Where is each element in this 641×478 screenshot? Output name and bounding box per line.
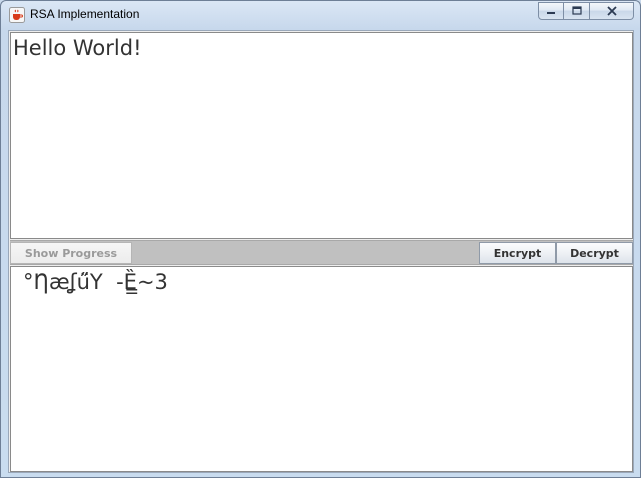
maximize-button[interactable] [564, 2, 590, 20]
show-progress-button[interactable]: Show Progress [10, 242, 132, 264]
minimize-icon [547, 12, 555, 14]
content-pane: Hello World! Show Progress Encrypt Decry… [8, 30, 634, 473]
app-window: RSA Implementation Hello World! Show Pro… [0, 0, 641, 478]
window-title: RSA Implementation [30, 7, 140, 21]
title-bar[interactable]: RSA Implementation [1, 1, 640, 29]
window-controls [538, 2, 634, 20]
close-button[interactable] [590, 2, 634, 20]
maximize-icon [571, 6, 582, 15]
minimize-button[interactable] [538, 2, 564, 20]
ciphertext-output[interactable]: °Ƞæʆű̈Y -Ȅ̳~3 [10, 266, 633, 472]
encrypt-button[interactable]: Encrypt [479, 242, 556, 264]
java-coffee-cup-icon[interactable] [9, 7, 25, 23]
close-icon [606, 6, 617, 16]
plaintext-input[interactable]: Hello World! [10, 32, 633, 239]
action-toolbar: Show Progress Encrypt Decrypt [10, 240, 633, 265]
decrypt-button[interactable]: Decrypt [556, 242, 633, 264]
